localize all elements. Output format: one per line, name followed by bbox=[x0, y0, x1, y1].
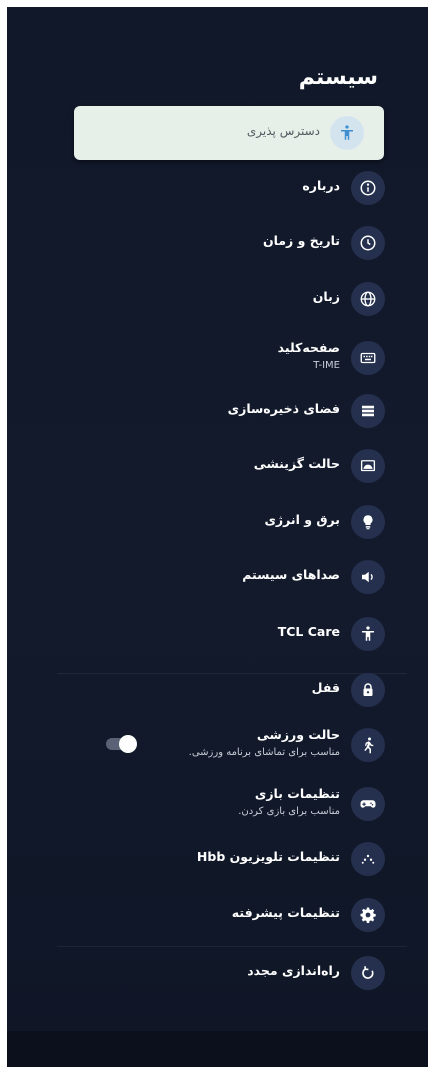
menu-item-sublabel: مناسب برای تماشای برنامه ورزشی. bbox=[188, 747, 340, 758]
menu-item-sport-mode[interactable]: حالت ورزشی مناسب برای تماشای برنامه ورزش… bbox=[7, 723, 428, 767]
ambient-mode-icon bbox=[351, 449, 385, 483]
lock-icon bbox=[351, 673, 385, 707]
menu-item-label: تنظیمات پیشرفته bbox=[231, 905, 340, 920]
panel-footer bbox=[7, 1031, 428, 1067]
menu-item-lock[interactable]: قفل bbox=[7, 668, 428, 712]
menu-item-ambient-mode[interactable]: حالت گزینشی bbox=[7, 444, 428, 488]
menu-item-label: تنظیمات بازی bbox=[254, 786, 340, 801]
toggle-knob bbox=[119, 735, 137, 753]
tcl-care-icon bbox=[351, 617, 385, 651]
menu-item-label: تنظیمات تلویزیون Hbb bbox=[196, 849, 340, 864]
menu-item-label: راه‌اندازی مجدد bbox=[247, 963, 340, 978]
system-settings-panel: سیستم دسترس پذیری درباره تاریخ و زمان زب… bbox=[7, 7, 428, 1067]
menu-item-label: فضای ذخیره‌سازی bbox=[227, 401, 340, 416]
divider bbox=[57, 946, 407, 947]
menu-item-label: زبان bbox=[312, 289, 340, 304]
menu-item-sublabel: مناسب برای بازی کردن. bbox=[238, 806, 340, 817]
globe-icon bbox=[351, 282, 385, 316]
sport-mode-toggle[interactable] bbox=[106, 735, 137, 753]
menu-item-label: حالت ورزشی bbox=[256, 727, 340, 742]
gear-icon bbox=[351, 898, 385, 932]
menu-item-label: قفل bbox=[311, 680, 340, 695]
menu-item-label: دسترس پذیری bbox=[246, 124, 320, 138]
menu-item-label: تاریخ و زمان bbox=[262, 233, 340, 248]
menu-item-storage[interactable]: فضای ذخیره‌سازی bbox=[7, 389, 428, 433]
menu-item-sublabel: T-IME bbox=[313, 360, 340, 371]
menu-item-label: درباره bbox=[302, 178, 340, 193]
menu-item-label: برق و انرژی bbox=[264, 512, 340, 527]
menu-item-label: TCL Care bbox=[277, 624, 340, 639]
menu-item-system-sounds[interactable]: صداهای سیستم bbox=[7, 555, 428, 599]
menu-item-hbbtv-settings[interactable]: تنظیمات تلویزیون Hbb bbox=[7, 837, 428, 881]
accessibility-icon bbox=[330, 116, 364, 150]
storage-icon bbox=[351, 394, 385, 428]
menu-item-power-energy[interactable]: برق و انرژی bbox=[7, 500, 428, 544]
keyboard-icon bbox=[351, 341, 385, 375]
lightbulb-icon bbox=[351, 505, 385, 539]
info-icon bbox=[351, 171, 385, 205]
clock-icon bbox=[351, 226, 385, 260]
running-icon bbox=[351, 728, 385, 762]
menu-item-language[interactable]: زبان bbox=[7, 277, 428, 321]
menu-item-label: صفحه‌کلید bbox=[277, 340, 340, 355]
page-title: سیستم bbox=[298, 65, 378, 90]
menu-item-label: صداهای سیستم bbox=[242, 567, 340, 582]
dots-icon bbox=[351, 842, 385, 876]
menu-item-accessibility[interactable]: دسترس پذیری bbox=[74, 106, 384, 160]
volume-icon bbox=[351, 560, 385, 594]
menu-item-game-settings[interactable]: تنظیمات بازی مناسب برای بازی کردن. bbox=[7, 782, 428, 826]
menu-item-about[interactable]: درباره bbox=[7, 166, 428, 210]
gamepad-icon bbox=[351, 787, 385, 821]
menu-item-keyboard[interactable]: صفحه‌کلید T-IME bbox=[7, 336, 428, 380]
restart-icon bbox=[351, 956, 385, 990]
menu-item-date-time[interactable]: تاریخ و زمان bbox=[7, 221, 428, 265]
menu-item-label: حالت گزینشی bbox=[253, 456, 340, 471]
menu-item-restart[interactable]: راه‌اندازی مجدد bbox=[7, 951, 428, 995]
menu-item-advanced-settings[interactable]: تنظیمات پیشرفته bbox=[7, 893, 428, 937]
menu-item-tcl-care[interactable]: TCL Care bbox=[7, 612, 428, 656]
